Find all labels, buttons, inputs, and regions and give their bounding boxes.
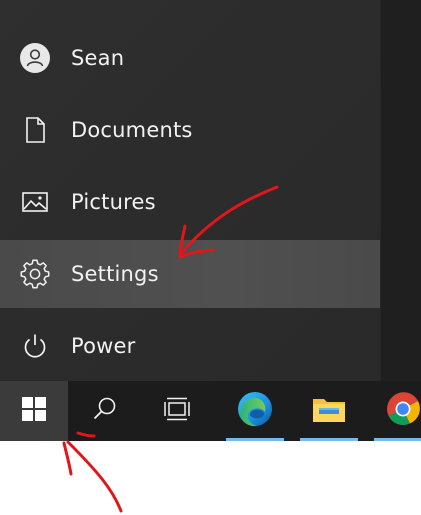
red-arrow-start	[66, 440, 123, 513]
start-menu-settings-label: Settings	[71, 262, 159, 286]
search-icon	[91, 395, 119, 427]
windows-logo-icon	[21, 396, 47, 426]
start-menu-user[interactable]: Sean	[0, 24, 380, 92]
start-menu-documents-label: Documents	[71, 118, 193, 142]
start-menu-pictures[interactable]: Pictures	[0, 168, 380, 236]
start-menu-tiles-edge	[381, 0, 421, 382]
start-menu-power-label: Power	[71, 334, 136, 358]
folder-icon	[312, 394, 346, 428]
running-indicator	[300, 438, 358, 441]
taskbar	[0, 381, 421, 441]
gear-icon	[20, 259, 50, 289]
edge-icon	[236, 390, 274, 432]
start-menu-settings[interactable]: Settings	[0, 240, 380, 308]
chrome-icon	[385, 391, 421, 431]
red-arrowhead-start	[62, 441, 73, 476]
start-menu-power[interactable]: Power	[0, 312, 380, 380]
start-button[interactable]	[0, 381, 68, 441]
pictures-icon	[20, 187, 50, 217]
running-indicator	[226, 438, 284, 441]
task-view-button[interactable]	[146, 381, 208, 441]
start-menu-pictures-label: Pictures	[71, 190, 156, 214]
user-avatar-icon	[20, 43, 50, 73]
edge-taskbar-button[interactable]	[224, 381, 286, 441]
file-explorer-taskbar-button[interactable]	[298, 381, 360, 441]
chrome-taskbar-button[interactable]	[372, 381, 421, 441]
start-menu-documents[interactable]: Documents	[0, 96, 380, 164]
document-icon	[20, 115, 50, 145]
search-button[interactable]	[74, 381, 136, 441]
start-menu: Sean Documents Pictures Settings Power	[0, 0, 381, 382]
power-icon	[20, 331, 50, 361]
running-indicator	[374, 438, 421, 441]
screenshot-stage: Sean Documents Pictures Settings Power	[0, 0, 421, 515]
task-view-icon	[163, 395, 191, 427]
start-menu-user-label: Sean	[71, 46, 125, 70]
